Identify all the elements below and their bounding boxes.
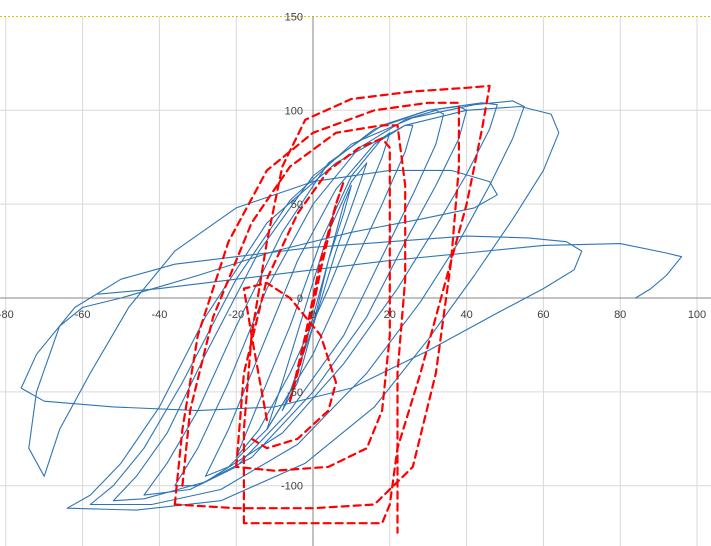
x-tick-label: -20 (228, 309, 244, 321)
x-tick-label: -60 (75, 309, 91, 321)
x-tick-label: 80 (614, 309, 626, 321)
gridlines (0, 15, 711, 546)
x-tick-label: -80 (0, 309, 14, 321)
x-tick-label: 100 (688, 309, 706, 321)
data-series (20, 84, 683, 534)
y-tick-label: 100 (285, 105, 303, 117)
x-tick-label: -40 (151, 309, 167, 321)
axes (0, 16, 711, 546)
y-tick-label: -100 (281, 481, 303, 493)
y-tick-label: -50 (287, 387, 303, 399)
hysteresis-chart: -80 -60 -40 -20 0 20 40 60 80 100 -100 -50 0 50 100 15… (0, 11, 711, 546)
x-tick-label: 60 (537, 309, 549, 321)
x-tick-label: 20 (384, 309, 396, 321)
x-tick-label: 0 (310, 309, 316, 321)
hysteresis-loop (28, 169, 498, 477)
y-tick-label: 150 (285, 11, 303, 23)
x-tick-label: 40 (460, 309, 472, 321)
y-tick-label: 50 (291, 199, 303, 211)
dashed-series (173, 84, 491, 534)
hysteresis-loop (266, 162, 368, 430)
y-tick-labels: -100 -50 0 50 100 150 (281, 11, 303, 492)
y-tick-label: 0 (297, 293, 303, 305)
hysteresis-loop (20, 235, 583, 412)
solid-series (20, 100, 683, 511)
